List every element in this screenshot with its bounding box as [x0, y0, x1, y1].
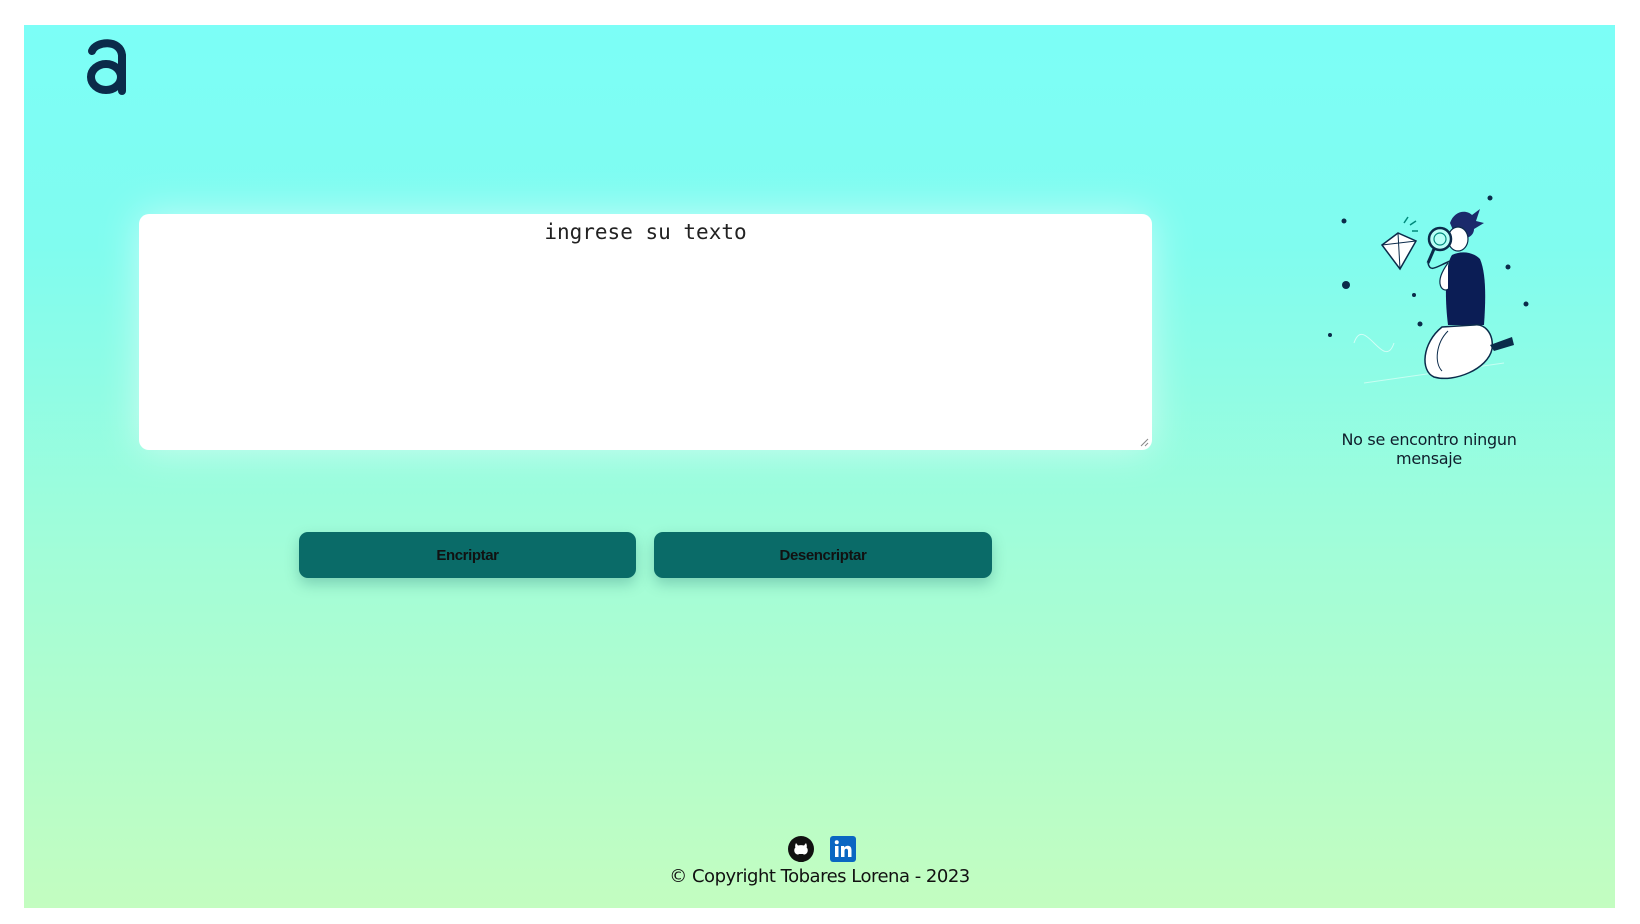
text-input[interactable] — [139, 214, 1152, 450]
copyright-text: © Copyright Tobares Lorena - 2023 — [669, 866, 970, 887]
alura-logo-icon[interactable] — [82, 29, 130, 99]
social-links — [29, 833, 1615, 865]
page: Encriptar Desencriptar — [24, 25, 1615, 908]
person-magnifier-illustration — [1328, 195, 1529, 384]
decrypt-button[interactable]: Desencriptar — [654, 532, 992, 578]
resize-grip-icon[interactable] — [1139, 437, 1149, 447]
no-message-text: No se encontro ningun mensaje — [1341, 430, 1517, 468]
encrypt-button[interactable]: Encriptar — [299, 532, 636, 578]
text-input-container — [139, 214, 1152, 450]
footer: © Copyright Tobares Lorena - 2023 — [24, 833, 1615, 889]
linkedin-icon[interactable] — [829, 835, 857, 863]
github-icon[interactable] — [787, 835, 815, 863]
